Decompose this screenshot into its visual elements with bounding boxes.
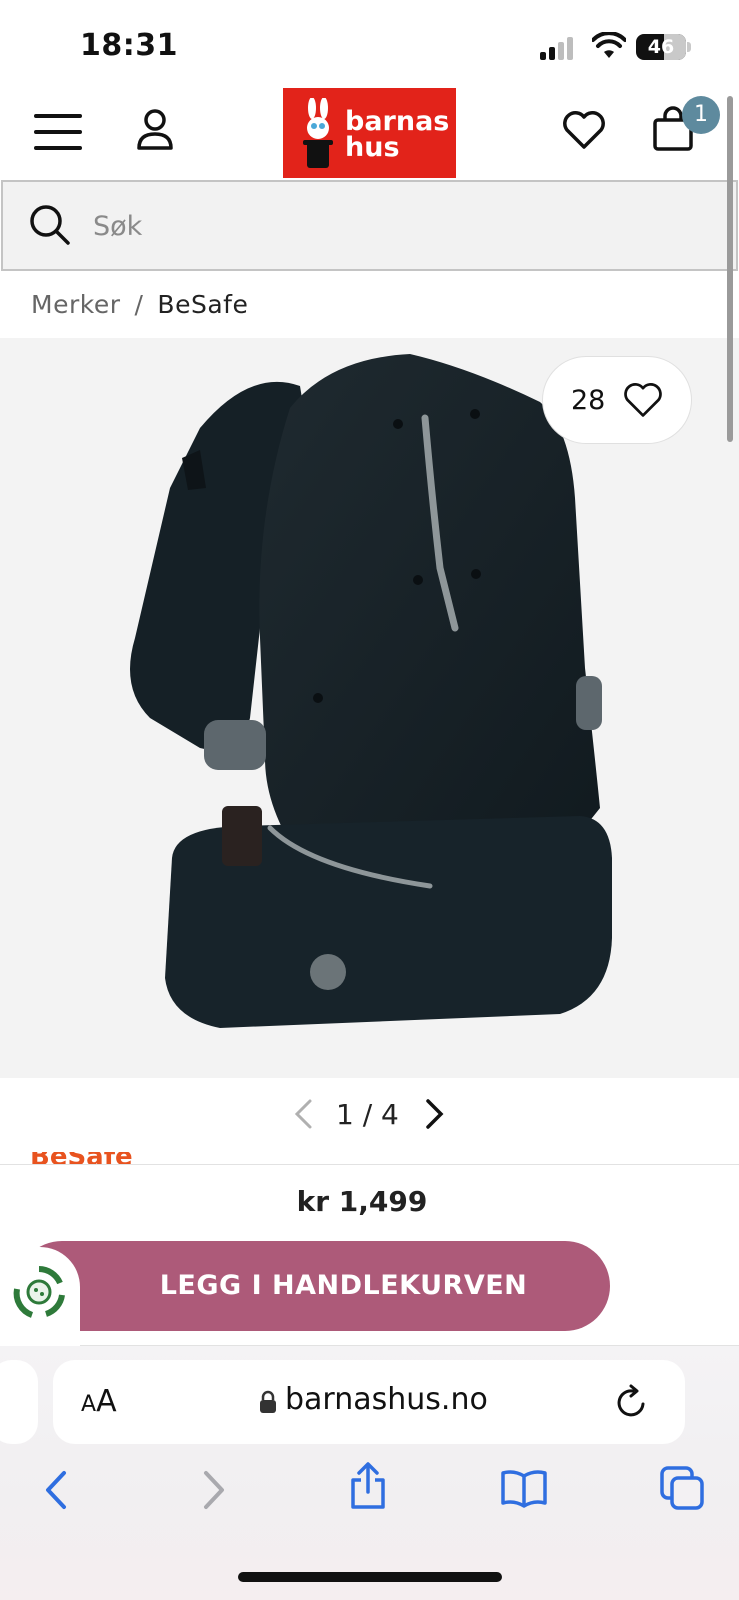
eco-badge[interactable]	[0, 1247, 80, 1347]
bunny-logo-icon	[303, 98, 333, 168]
reader-aa-button[interactable]: AA	[81, 1384, 117, 1419]
image-pager: 1 / 4	[0, 1090, 739, 1144]
heart-icon	[624, 383, 662, 417]
browser-toolbar: AA barnashus.no	[0, 1346, 739, 1600]
cellular-signal-icon	[540, 36, 578, 60]
status-time: 18:31	[80, 28, 178, 63]
reload-icon[interactable]	[615, 1384, 649, 1420]
logo-line-2: hus	[345, 132, 400, 163]
breadcrumb: Merker / BeSafe	[31, 290, 248, 319]
heart-icon[interactable]	[562, 110, 606, 150]
brand-name-peek: BeSafe	[30, 1152, 170, 1164]
pager-text: 1 / 4	[336, 1098, 399, 1131]
favorites-count: 28	[571, 385, 606, 416]
share-icon[interactable]	[348, 1462, 388, 1510]
product-image-gallery[interactable]: 28	[0, 338, 739, 1078]
sticky-buy-bar: kr 1,499 LEGG I HANDLEKURVEN	[0, 1164, 739, 1347]
add-to-cart-button[interactable]: LEGG I HANDLEKURVEN	[17, 1241, 610, 1331]
hamburger-menu-icon[interactable]	[34, 112, 82, 152]
battery-icon: 46	[636, 34, 686, 60]
breadcrumb-item-besafe: BeSafe	[157, 290, 249, 319]
brand-name: BeSafe	[30, 1152, 170, 1164]
breadcrumb-separator: /	[134, 290, 144, 319]
forward-icon[interactable]	[200, 1470, 228, 1510]
bookmarks-icon[interactable]	[500, 1468, 548, 1508]
aa-large-glyph: A	[96, 1384, 117, 1419]
site-header: barnas hus 1	[0, 88, 739, 180]
battery-percent: 46	[647, 36, 675, 58]
lock-icon	[260, 1390, 276, 1413]
user-account-icon[interactable]	[136, 108, 174, 152]
wifi-icon	[592, 32, 626, 58]
wishlist-button[interactable]: 28	[542, 356, 692, 444]
address-bar[interactable]: AA barnashus.no	[53, 1360, 685, 1444]
back-icon[interactable]	[42, 1470, 70, 1510]
product-image	[130, 354, 612, 1028]
search-input[interactable]	[93, 204, 693, 248]
breadcrumb-item-merker[interactable]: Merker	[31, 290, 120, 319]
chevron-right-icon[interactable]	[424, 1098, 446, 1130]
barnashus-logo[interactable]: barnas hus	[283, 88, 456, 178]
aa-small-glyph: A	[81, 1392, 97, 1417]
recycle-icon	[13, 1266, 65, 1318]
search-bar	[1, 180, 738, 271]
product-price: kr 1,499	[296, 1185, 428, 1218]
chevron-left-icon[interactable]	[292, 1098, 314, 1130]
battery-tip	[687, 42, 691, 52]
search-icon	[30, 205, 70, 245]
cart-count-badge: 1	[682, 96, 720, 134]
previous-tab-peek[interactable]	[0, 1360, 38, 1444]
status-bar: 18:31 46	[0, 0, 739, 88]
tabs-icon[interactable]	[660, 1466, 704, 1510]
home-indicator[interactable]	[238, 1572, 502, 1582]
scrollbar[interactable]	[727, 96, 733, 442]
url-text: barnashus.no	[285, 1382, 488, 1417]
